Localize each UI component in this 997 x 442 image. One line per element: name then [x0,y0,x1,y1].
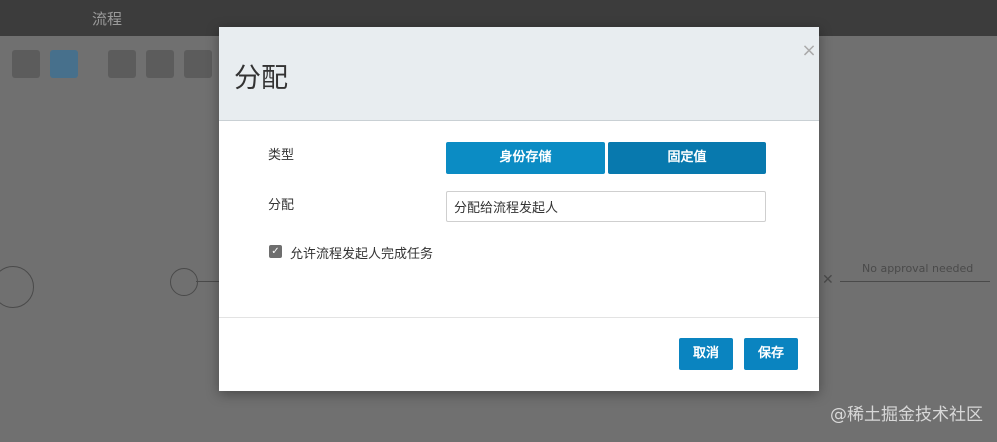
watermark: @稀土掘金技术社区 [830,405,983,425]
canvas-x-marker: ✕ [822,272,834,288]
canvas-node [170,268,198,296]
toolbar-button[interactable] [12,50,40,78]
toolbar-button[interactable] [108,50,136,78]
dialog-title: 分配 [234,63,288,94]
cancel-button[interactable]: 取消 [679,338,733,370]
canvas-node [0,266,34,308]
canvas-flow-label: No approval needed [862,262,974,275]
allow-initiator-checkbox[interactable]: ✓ [269,245,282,258]
allow-initiator-label[interactable]: 允许流程发起人完成任务 [290,243,433,262]
canvas-connector [840,281,990,282]
type-label: 类型 [268,148,295,163]
toolbar-button[interactable] [146,50,174,78]
close-icon[interactable]: × [801,41,817,61]
save-button[interactable]: 保存 [744,338,798,370]
assignment-dialog: 分配 × 类型 身份存储 固定值 分配 ✓ 允许流程发起人完成任务 取消 保存 [219,27,819,391]
canvas-connector [196,281,219,282]
footer-divider [219,317,819,318]
toolbar-button[interactable] [184,50,212,78]
toolbar-button[interactable] [50,50,78,78]
nav-tab-process[interactable]: 流程 [92,8,122,29]
assign-label: 分配 [268,198,295,213]
dialog-header: 分配 × [219,27,819,121]
assign-input[interactable] [446,191,766,222]
type-option-identity-store[interactable]: 身份存储 [446,142,605,174]
type-option-fixed-value[interactable]: 固定值 [608,142,766,174]
